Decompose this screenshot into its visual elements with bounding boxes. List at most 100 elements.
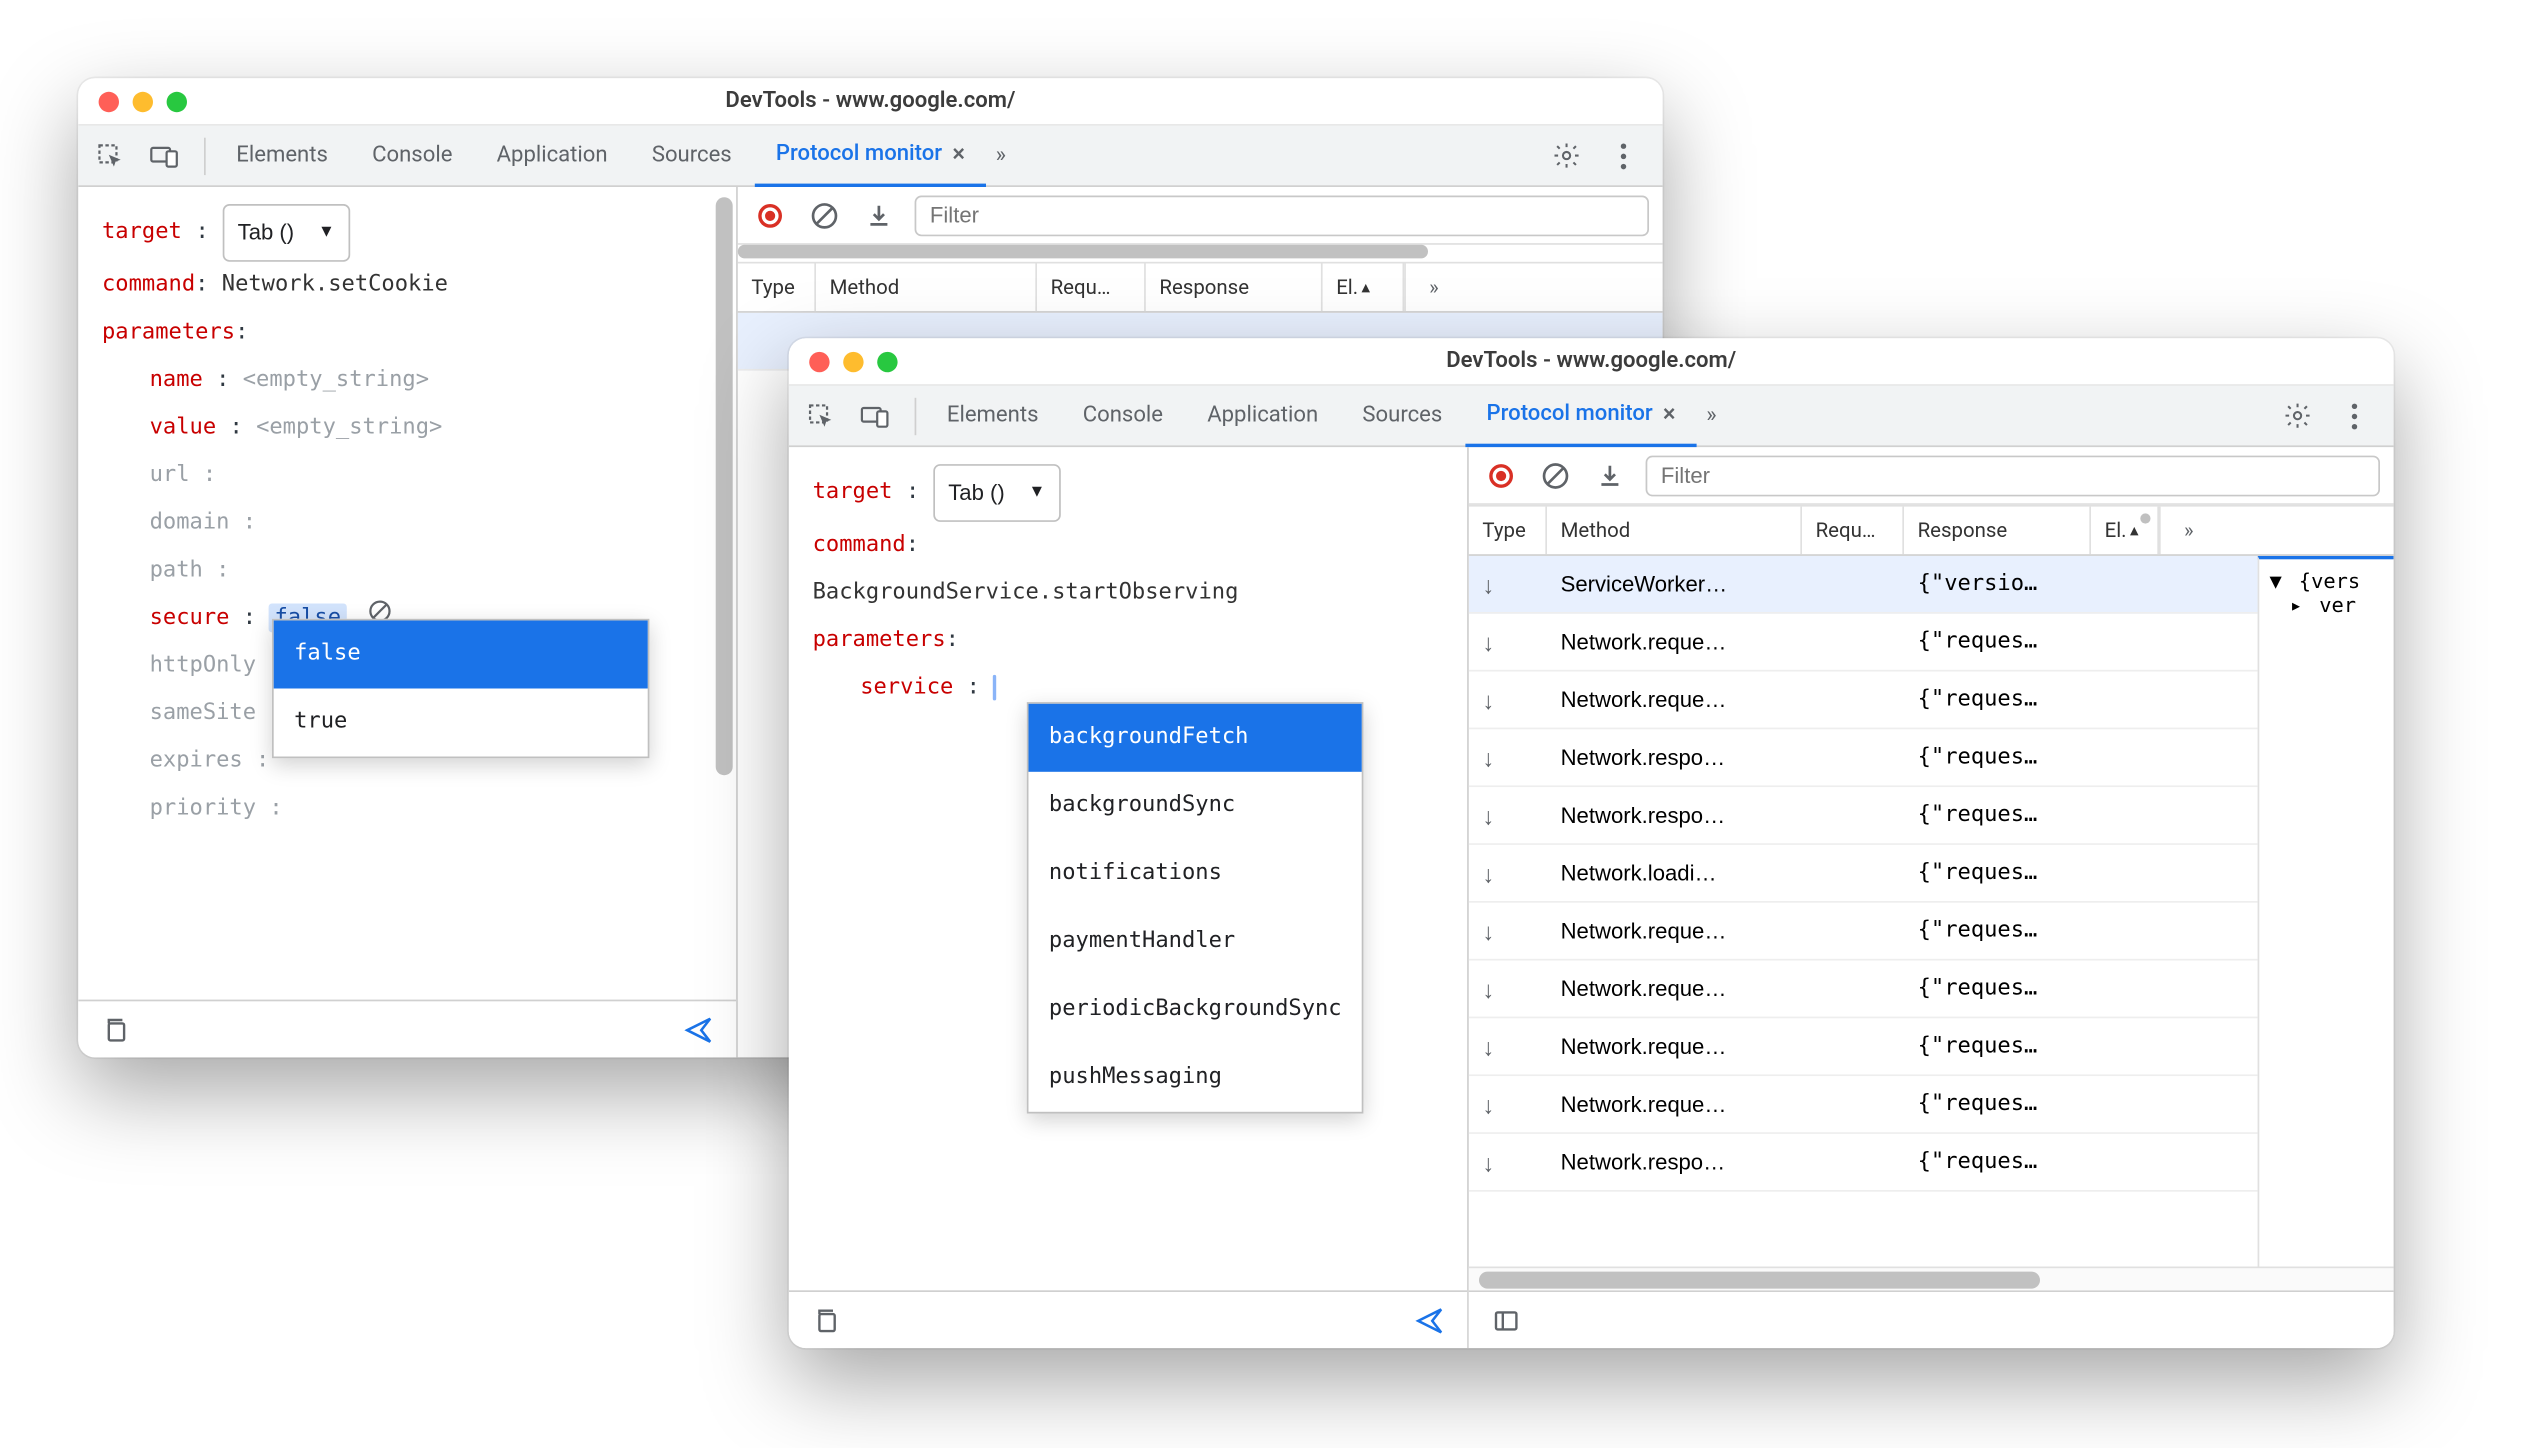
tab-sources[interactable]: Sources — [1342, 385, 1463, 446]
tree-child[interactable]: ver — [2319, 593, 2356, 617]
col-type[interactable]: Type — [1469, 507, 1547, 555]
tab-console[interactable]: Console — [1062, 385, 1183, 446]
device-toolbar-icon[interactable] — [853, 394, 897, 438]
col-elapsed[interactable]: El.▴ — [2091, 507, 2159, 555]
table-row[interactable]: ↓Network.reque…{"reques… — [1469, 961, 2394, 1019]
target-label: target — [813, 469, 893, 517]
settings-icon[interactable] — [2275, 394, 2319, 438]
settings-icon[interactable] — [1544, 133, 1588, 177]
copy-icon[interactable] — [95, 1009, 136, 1050]
kebab-menu-icon[interactable] — [1601, 133, 1645, 177]
tab-elements[interactable]: Elements — [216, 125, 348, 186]
more-columns-icon[interactable]: » — [1404, 264, 1462, 312]
col-method[interactable]: Method — [1547, 507, 1802, 555]
tab-protocol-monitor[interactable]: Protocol monitor × — [756, 125, 986, 186]
table-row[interactable]: ↓Network.respo…{"reques… — [1469, 787, 2394, 845]
col-request[interactable]: Requ… — [1037, 264, 1146, 312]
divider — [204, 137, 206, 174]
col-request[interactable]: Requ… — [1802, 507, 1904, 555]
close-window-button[interactable] — [809, 351, 829, 371]
log-pane: Type Method Requ… Response El.▴ » ↓Servi… — [1469, 447, 2394, 1348]
log-grid-header: Type Method Requ… Response El.▴ » — [1469, 505, 2394, 556]
more-tabs-icon[interactable]: » — [1699, 403, 1723, 429]
kebab-menu-icon[interactable] — [2332, 394, 2376, 438]
tab-protocol-monitor-label: Protocol monitor — [776, 141, 942, 167]
more-columns-icon[interactable]: » — [2159, 507, 2217, 555]
close-window-button[interactable] — [99, 91, 119, 111]
target-label: target — [102, 209, 182, 257]
copy-icon[interactable] — [806, 1300, 847, 1341]
autocomplete-item[interactable]: pushMessaging — [1029, 1044, 1363, 1112]
device-toolbar-icon[interactable] — [143, 133, 187, 177]
minimize-window-button[interactable] — [843, 351, 863, 371]
chevron-down-icon: ▼ — [1029, 469, 1046, 517]
param-value-value[interactable]: <empty_string> — [256, 415, 442, 441]
param-value-label: value — [150, 415, 217, 441]
table-row[interactable]: ↓Network.reque…{"reques… — [1469, 672, 2394, 730]
col-elapsed[interactable]: El.▴ — [1323, 264, 1405, 312]
record-button[interactable] — [1482, 456, 1519, 493]
table-row[interactable]: ↓Network.respo…{"reques… — [1469, 729, 2394, 787]
tab-protocol-monitor-label: Protocol monitor — [1487, 401, 1653, 427]
command-value[interactable]: BackgroundService.startObserving — [813, 580, 1239, 606]
param-name-value[interactable]: <empty_string> — [243, 367, 429, 393]
minimize-window-button[interactable] — [133, 91, 153, 111]
filter-input[interactable] — [1646, 455, 2380, 496]
download-icon[interactable] — [1591, 456, 1628, 493]
filter-input[interactable] — [915, 195, 1649, 236]
autocomplete-item[interactable]: backgroundSync — [1029, 772, 1363, 840]
col-response[interactable]: Response — [1146, 264, 1323, 312]
close-tab-icon[interactable]: × — [1663, 400, 1676, 427]
tab-console[interactable]: Console — [352, 125, 473, 186]
tab-sources[interactable]: Sources — [631, 125, 752, 186]
table-row[interactable]: ↓Network.respo…{"reques… — [1469, 1134, 2394, 1192]
autocomplete-popup: backgroundFetch backgroundSync notificat… — [1027, 702, 1364, 1113]
log-grid-header: Type Method Requ… Response El.▴ » — [738, 262, 1663, 313]
clear-log-icon[interactable] — [806, 196, 843, 233]
traffic-lights — [789, 351, 898, 371]
table-row[interactable]: ↓Network.reque…{"reques… — [1469, 903, 2394, 961]
more-tabs-icon[interactable]: » — [989, 143, 1013, 169]
target-select[interactable]: Tab () ▼ — [222, 204, 350, 262]
zoom-window-button[interactable] — [877, 351, 897, 371]
command-value[interactable]: Network.setCookie — [222, 272, 448, 298]
autocomplete-popup: false true — [272, 619, 649, 758]
target-select[interactable]: Tab () ▼ — [933, 464, 1061, 522]
tab-application[interactable]: Application — [476, 125, 628, 186]
table-row[interactable]: ↓Network.reque…{"reques… — [1469, 1076, 2394, 1134]
param-domain-label: domain — [150, 510, 230, 535]
table-row[interactable]: ↓Network.loadi…{"reques… — [1469, 845, 2394, 903]
toggle-sidebar-icon[interactable] — [1486, 1300, 1527, 1341]
table-row[interactable]: ↓Network.reque…{"reques… — [1469, 614, 2394, 672]
tab-elements[interactable]: Elements — [927, 385, 1059, 446]
col-method[interactable]: Method — [816, 264, 1037, 312]
autocomplete-item[interactable]: false — [274, 621, 648, 689]
tab-protocol-monitor[interactable]: Protocol monitor × — [1466, 385, 1696, 446]
col-type[interactable]: Type — [738, 264, 816, 312]
param-path-label: path — [150, 558, 203, 584]
autocomplete-item[interactable]: true — [274, 689, 648, 757]
inspect-icon[interactable] — [88, 133, 132, 177]
param-url-label: url — [150, 462, 190, 488]
vertical-scrollbar[interactable] — [712, 187, 736, 1057]
horizontal-scrollbar[interactable] — [1469, 1267, 2394, 1291]
send-command-icon[interactable] — [1409, 1300, 1450, 1341]
zoom-window-button[interactable] — [167, 91, 187, 111]
devtools-window-b: DevTools - www.google.com/ Elements Cons… — [789, 338, 2394, 1348]
col-response[interactable]: Response — [1904, 507, 2091, 555]
autocomplete-item[interactable]: periodicBackgroundSync — [1029, 976, 1363, 1044]
autocomplete-item[interactable]: notifications — [1029, 840, 1363, 908]
table-row[interactable]: ↓Network.reque…{"reques… — [1469, 1018, 2394, 1076]
close-tab-icon[interactable]: × — [952, 140, 965, 167]
tab-application[interactable]: Application — [1187, 385, 1339, 446]
autocomplete-item[interactable]: paymentHandler — [1029, 908, 1363, 976]
clear-log-icon[interactable] — [1537, 456, 1574, 493]
record-button[interactable] — [751, 196, 788, 233]
download-icon[interactable] — [860, 196, 897, 233]
inspect-icon[interactable] — [799, 394, 843, 438]
tree-root[interactable]: {vers — [2299, 570, 2360, 594]
table-row[interactable]: ↓ServiceWorker…{"versio… — [1469, 556, 2394, 614]
horizontal-scrollbar-top[interactable] — [738, 245, 1663, 262]
autocomplete-item[interactable]: backgroundFetch — [1029, 704, 1363, 772]
param-name-label: name — [150, 367, 203, 393]
